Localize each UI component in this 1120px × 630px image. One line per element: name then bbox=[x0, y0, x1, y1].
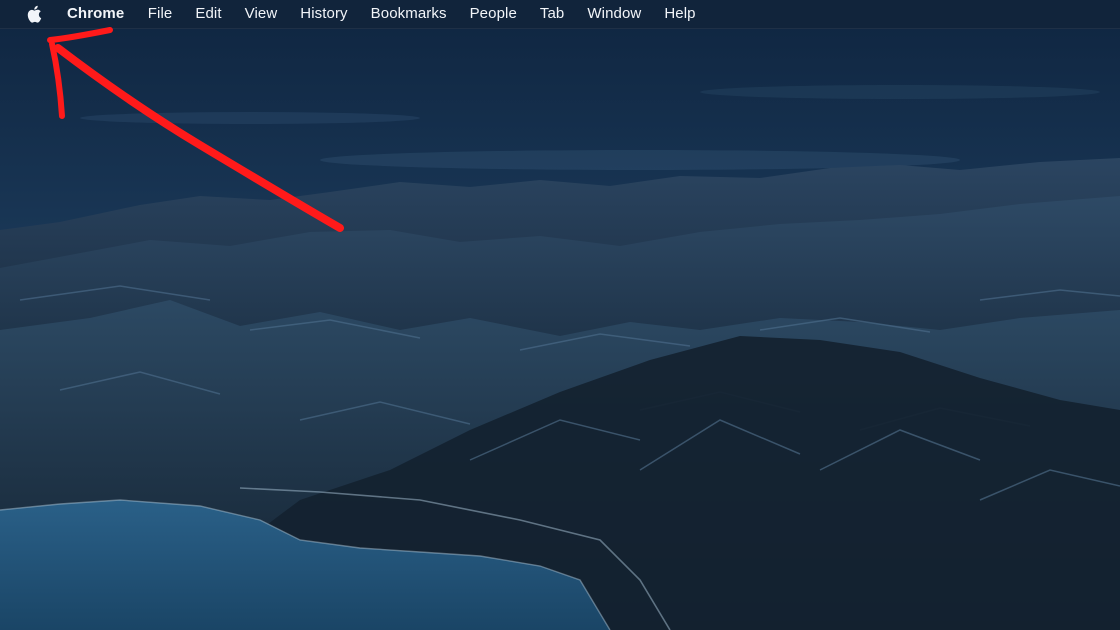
menu-help[interactable]: Help bbox=[653, 0, 707, 28]
menu-history[interactable]: History bbox=[289, 0, 359, 28]
menu-window[interactable]: Window bbox=[576, 0, 653, 28]
menu-app-chrome[interactable]: Chrome bbox=[67, 0, 136, 28]
desktop: Chrome File Edit View History Bookmarks … bbox=[0, 0, 1120, 630]
menu-bookmarks[interactable]: Bookmarks bbox=[359, 0, 458, 28]
menu-file[interactable]: File bbox=[136, 0, 184, 28]
apple-menu-button[interactable] bbox=[25, 4, 43, 24]
desktop-wallpaper bbox=[0, 0, 1120, 630]
menu-bar: Chrome File Edit View History Bookmarks … bbox=[0, 0, 1120, 29]
menu-view[interactable]: View bbox=[233, 0, 289, 28]
menu-edit[interactable]: Edit bbox=[184, 0, 233, 28]
menu-tab[interactable]: Tab bbox=[528, 0, 576, 28]
menu-people[interactable]: People bbox=[458, 0, 528, 28]
apple-logo-icon bbox=[27, 5, 42, 23]
